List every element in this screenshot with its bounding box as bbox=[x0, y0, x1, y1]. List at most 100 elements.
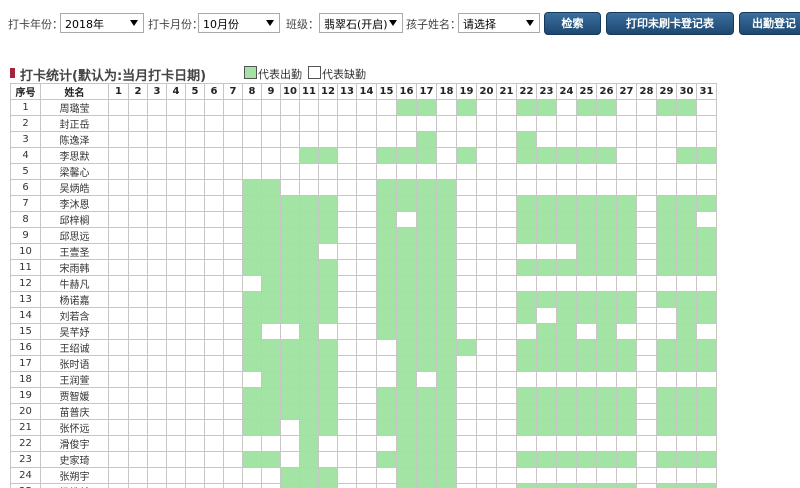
attendance-cell-present bbox=[596, 451, 617, 468]
column-header-day: 29 bbox=[656, 83, 677, 100]
attendance-cell-absent bbox=[223, 259, 243, 276]
table-row: 8 邱梓榈 bbox=[10, 211, 717, 228]
attendance-cell-present bbox=[536, 339, 557, 356]
chevron-down-icon bbox=[266, 20, 274, 26]
attendance-cell-absent bbox=[108, 211, 129, 228]
chevron-down-icon bbox=[130, 20, 138, 26]
attendance-cell-present bbox=[676, 355, 697, 372]
attendance-cell-absent bbox=[261, 323, 281, 340]
attendance-cell-present bbox=[536, 259, 557, 276]
column-header-day: 28 bbox=[636, 83, 657, 100]
attendance-cell-present bbox=[318, 371, 338, 388]
attendance-register-button[interactable]: 出勤登记 bbox=[739, 12, 800, 35]
attendance-cell-absent bbox=[166, 195, 186, 212]
attendance-cell-present bbox=[280, 467, 300, 484]
attendance-cell-absent bbox=[261, 99, 281, 116]
attendance-cell-present bbox=[261, 195, 281, 212]
attendance-cell-present bbox=[376, 259, 397, 276]
attendance-cell-present bbox=[656, 259, 677, 276]
attendance-cell-absent bbox=[616, 131, 637, 148]
attendance-cell-absent bbox=[223, 403, 243, 420]
attendance-cell-absent bbox=[356, 323, 377, 340]
attendance-cell-present bbox=[299, 435, 319, 452]
attendance-cell-present bbox=[396, 435, 417, 452]
attendance-cell-absent bbox=[356, 131, 377, 148]
attendance-cell-absent bbox=[299, 179, 319, 196]
attendance-cell-absent bbox=[223, 131, 243, 148]
attendance-cell-absent bbox=[337, 211, 357, 228]
attendance-cell-absent bbox=[356, 291, 377, 308]
attendance-cell-absent bbox=[656, 435, 677, 452]
attendance-cell-absent bbox=[204, 403, 224, 420]
attendance-cell-absent bbox=[147, 307, 167, 324]
attendance-cell-present bbox=[280, 483, 300, 488]
column-header-day: 27 bbox=[616, 83, 637, 100]
attendance-cell-present bbox=[376, 243, 397, 260]
class-select[interactable]: 翡翠石(开启) bbox=[319, 13, 403, 33]
search-button[interactable]: 检索 bbox=[544, 12, 601, 35]
attendance-cell-present bbox=[318, 387, 338, 404]
attendance-cell-present bbox=[416, 291, 437, 308]
attendance-cell-absent bbox=[496, 259, 517, 276]
attendance-cell-absent bbox=[223, 147, 243, 164]
attendance-cell-absent bbox=[496, 179, 517, 196]
attendance-cell-absent bbox=[636, 355, 657, 372]
attendance-cell-absent bbox=[516, 323, 537, 340]
attendance-cell-present bbox=[396, 243, 417, 260]
column-header-day: 1 bbox=[108, 83, 129, 100]
attendance-cell-present bbox=[576, 195, 597, 212]
attendance-cell-present bbox=[436, 195, 457, 212]
column-header-day: 8 bbox=[242, 83, 262, 100]
attendance-cell-absent bbox=[476, 243, 497, 260]
attendance-cell-absent bbox=[108, 483, 129, 488]
month-select[interactable]: 10月份 bbox=[198, 13, 280, 33]
attendance-cell-absent bbox=[223, 323, 243, 340]
attendance-cell-present bbox=[696, 483, 717, 488]
attendance-cell-present bbox=[261, 355, 281, 372]
attendance-cell-absent bbox=[356, 147, 377, 164]
attendance-cell-absent bbox=[280, 435, 300, 452]
attendance-cell-absent bbox=[185, 195, 205, 212]
attendance-cell-present bbox=[656, 211, 677, 228]
attendance-cell-absent bbox=[166, 339, 186, 356]
attendance-cell-absent bbox=[496, 147, 517, 164]
attendance-cell-present bbox=[616, 451, 637, 468]
attendance-cell-present bbox=[436, 467, 457, 484]
attendance-cell-absent bbox=[636, 323, 657, 340]
row-index-cell: 3 bbox=[10, 131, 41, 148]
print-unswiped-button[interactable]: 打印未刷卡登记表 bbox=[606, 12, 734, 35]
attendance-cell-absent bbox=[185, 483, 205, 488]
attendance-cell-absent bbox=[456, 195, 477, 212]
attendance-cell-absent bbox=[636, 339, 657, 356]
attendance-cell-present bbox=[242, 403, 262, 420]
attendance-cell-absent bbox=[616, 435, 637, 452]
attendance-cell-absent bbox=[337, 259, 357, 276]
column-header-day: 17 bbox=[416, 83, 437, 100]
chevron-down-icon bbox=[389, 20, 397, 26]
month-label: 打卡月份： bbox=[148, 18, 203, 31]
attendance-cell-absent bbox=[696, 467, 717, 484]
attendance-cell-absent bbox=[416, 371, 437, 388]
attendance-cell-absent bbox=[185, 419, 205, 436]
attendance-cell-absent bbox=[656, 147, 677, 164]
attendance-cell-present bbox=[536, 403, 557, 420]
attendance-cell-absent bbox=[337, 147, 357, 164]
attendance-cell-absent bbox=[318, 99, 338, 116]
attendance-cell-absent bbox=[337, 323, 357, 340]
attendance-cell-present bbox=[280, 355, 300, 372]
attendance-cell-present bbox=[242, 179, 262, 196]
attendance-cell-absent bbox=[476, 291, 497, 308]
child-select[interactable]: 请选择 bbox=[458, 13, 540, 33]
attendance-cell-absent bbox=[185, 179, 205, 196]
attendance-cell-absent bbox=[656, 275, 677, 292]
attendance-cell-present bbox=[536, 211, 557, 228]
attendance-cell-present bbox=[318, 227, 338, 244]
attendance-cell-present bbox=[596, 243, 617, 260]
attendance-cell-present bbox=[280, 195, 300, 212]
attendance-cell-present bbox=[556, 307, 577, 324]
attendance-cell-present bbox=[242, 211, 262, 228]
table-row: 20 苗普庆 bbox=[10, 403, 717, 420]
attendance-cell-absent bbox=[476, 307, 497, 324]
attendance-cell-absent bbox=[223, 307, 243, 324]
year-select[interactable]: 2018年 bbox=[60, 13, 144, 33]
